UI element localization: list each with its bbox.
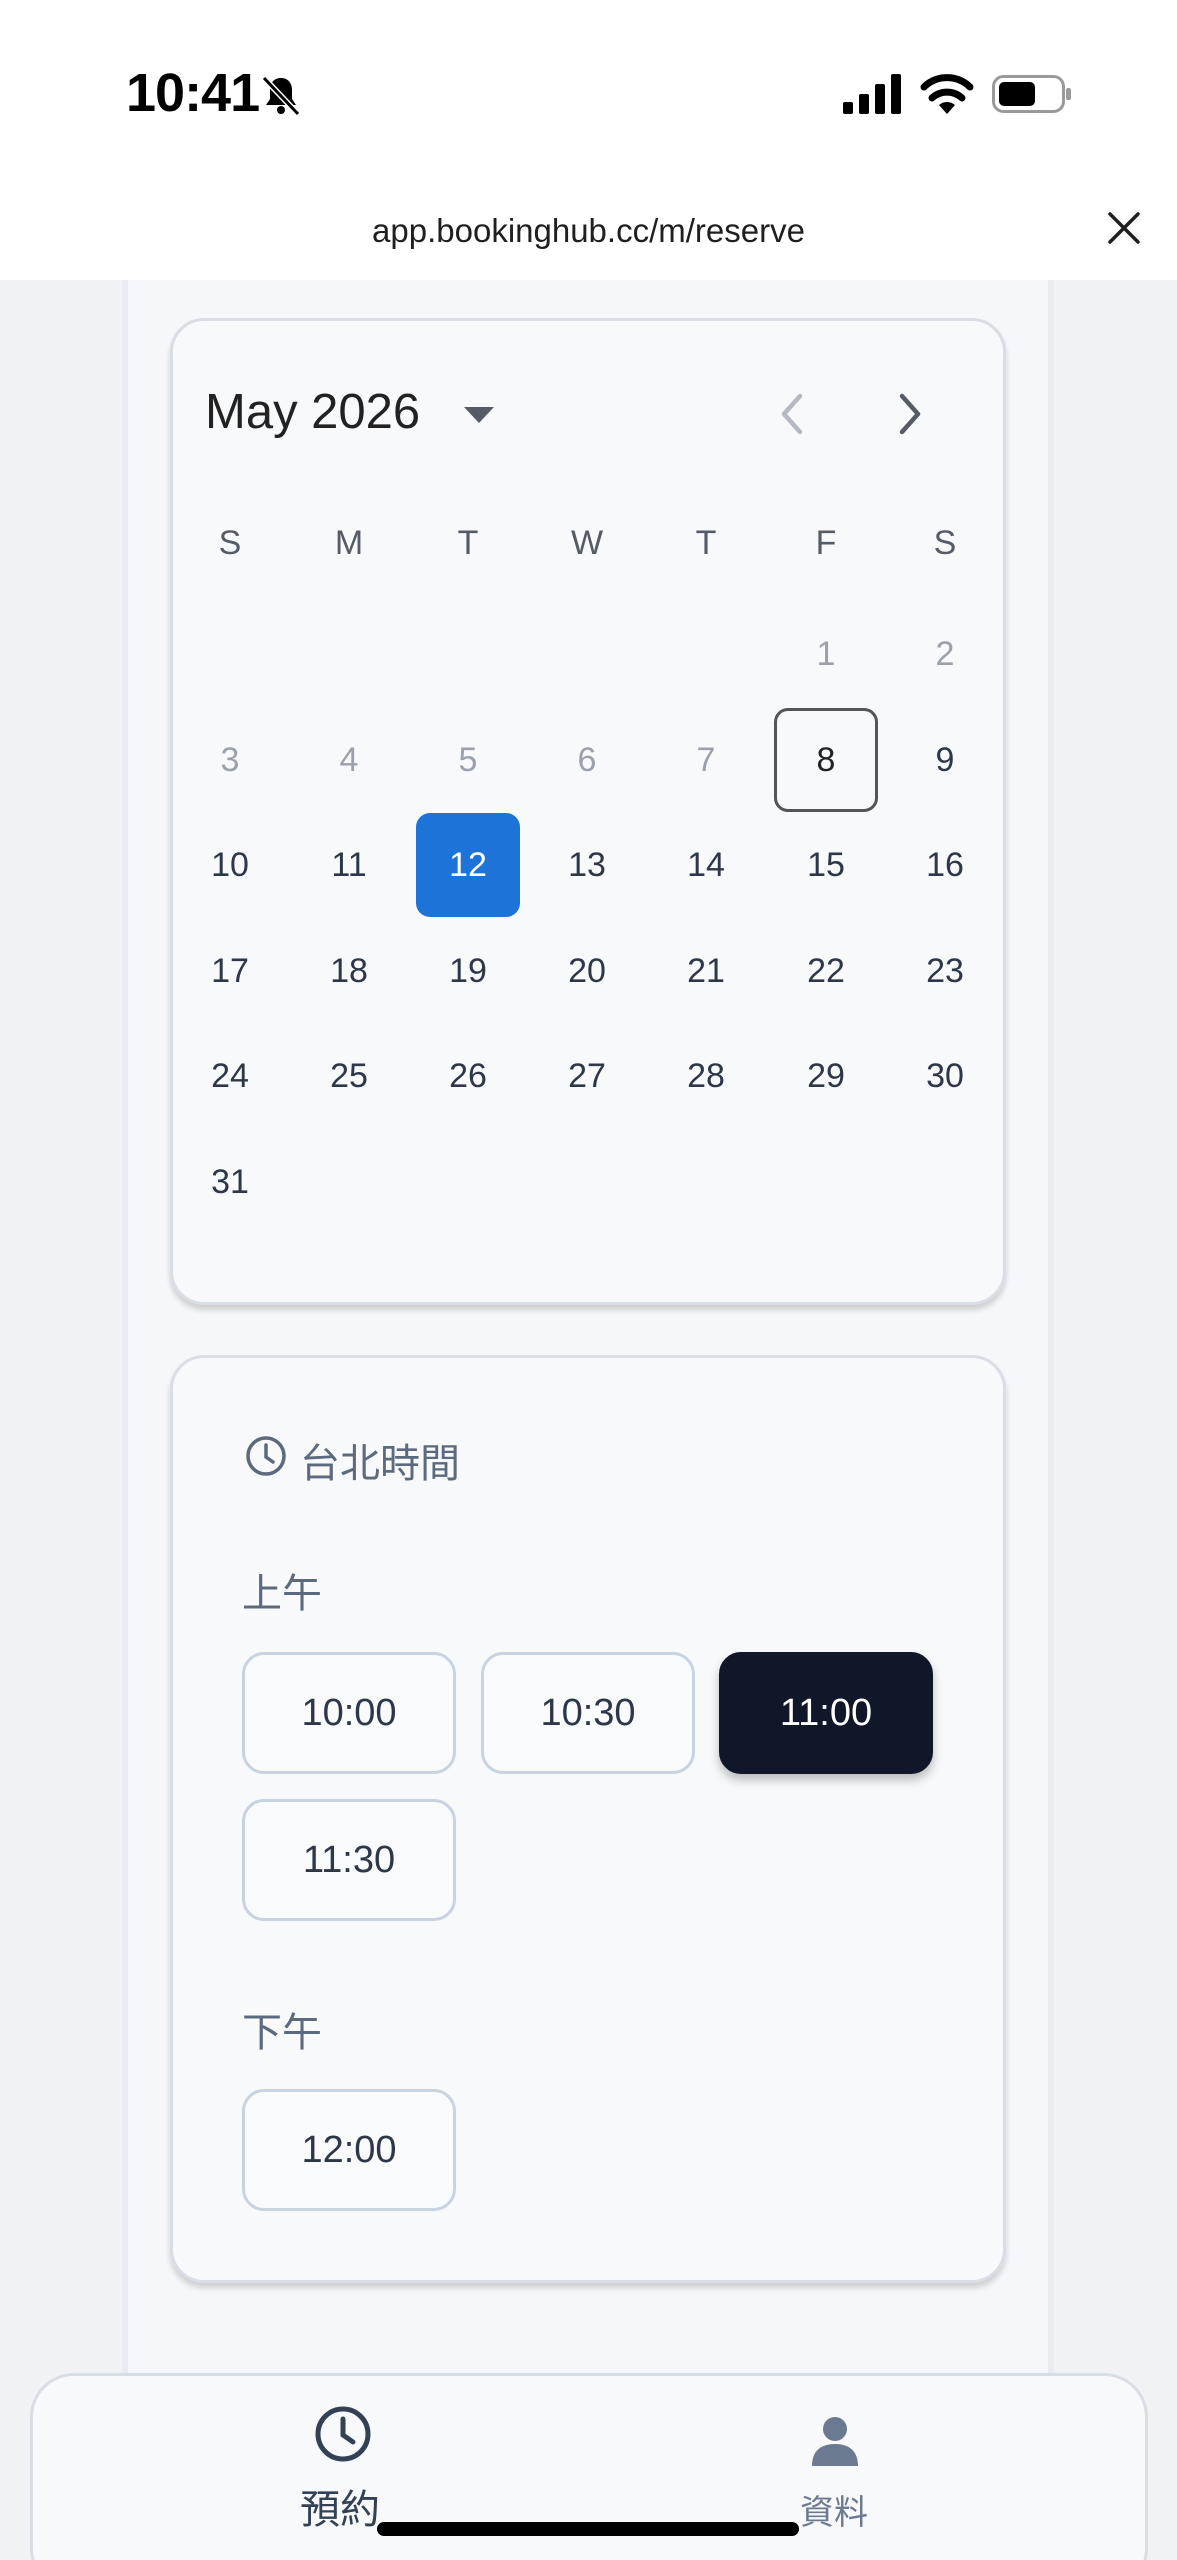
- silent-bell-icon: [261, 75, 301, 117]
- home-indicator: [377, 2522, 799, 2536]
- calendar-day[interactable]: 28: [654, 1024, 758, 1128]
- calendar-day[interactable]: 17: [178, 919, 282, 1023]
- time-slot-button[interactable]: 11:30: [242, 1799, 456, 1921]
- calendar-day: 3: [220, 740, 240, 779]
- calendar-day[interactable]: 18: [297, 919, 401, 1023]
- clock-icon: [246, 1436, 286, 1476]
- morning-label: 上午: [242, 1572, 322, 1616]
- weekday-header: S: [218, 524, 242, 562]
- calendar-day[interactable]: 8: [774, 708, 878, 812]
- chevron-left-icon[interactable]: [772, 390, 812, 438]
- weekday-header: T: [695, 524, 717, 562]
- calendar-day[interactable]: 16: [893, 813, 997, 917]
- caret-down-icon[interactable]: [462, 405, 496, 425]
- calendar-day: 7: [696, 740, 716, 779]
- url-text[interactable]: app.bookinghub.cc/m/reserve: [0, 212, 1177, 250]
- browser-url-bar: app.bookinghub.cc/m/reserve: [0, 180, 1177, 280]
- calendar-day[interactable]: 20: [535, 919, 639, 1023]
- calendar-day[interactable]: 15: [774, 813, 878, 917]
- calendar-day: 1: [816, 634, 836, 673]
- month-title[interactable]: May 2026: [205, 384, 420, 440]
- time-slot-button[interactable]: 10:30: [481, 1652, 695, 1774]
- weekday-header: M: [334, 524, 364, 562]
- battery-icon: [992, 75, 1071, 113]
- wifi-icon: [920, 74, 974, 114]
- calendar-day[interactable]: 12: [416, 813, 520, 917]
- calendar-day[interactable]: 9: [893, 708, 997, 812]
- calendar-day[interactable]: 25: [297, 1024, 401, 1128]
- time-slot-button[interactable]: 10:00: [242, 1652, 456, 1774]
- calendar-day[interactable]: 10: [178, 813, 282, 917]
- close-icon[interactable]: [1104, 208, 1144, 248]
- status-time: 10:41: [126, 63, 260, 123]
- nav-clock-icon[interactable]: [313, 2404, 373, 2464]
- calendar-day[interactable]: 13: [535, 813, 639, 917]
- time-slot-button[interactable]: 11:00: [719, 1652, 933, 1774]
- calendar-day: 6: [577, 740, 597, 779]
- timezone-label: 台北時間: [300, 1442, 460, 1486]
- calendar-day[interactable]: 11: [297, 813, 401, 917]
- weekday-header: W: [570, 524, 604, 562]
- weekday-header: F: [815, 524, 837, 562]
- weekday-header: T: [457, 524, 479, 562]
- nav-person-icon[interactable]: [808, 2414, 862, 2468]
- cellular-signal-icon: [843, 74, 901, 114]
- calendar-day[interactable]: 21: [654, 919, 758, 1023]
- weekday-header: S: [933, 524, 957, 562]
- calendar-day[interactable]: 29: [774, 1024, 878, 1128]
- calendar-day: 2: [935, 634, 955, 673]
- nav-item-reservation[interactable]: 預約: [300, 2477, 380, 2535]
- calendar-day[interactable]: 19: [416, 919, 520, 1023]
- calendar-day[interactable]: 22: [774, 919, 878, 1023]
- afternoon-label: 下午: [242, 2011, 322, 2055]
- time-slot-button[interactable]: 12:00: [242, 2089, 456, 2211]
- calendar-day: 5: [458, 740, 478, 779]
- chevron-right-icon[interactable]: [890, 390, 930, 438]
- calendar-day[interactable]: 31: [178, 1130, 282, 1234]
- page: 10:41 app.bookinghub.cc/m/reserve May 20…: [0, 0, 1177, 2560]
- calendar-day: 4: [339, 740, 359, 779]
- calendar-day[interactable]: 30: [893, 1024, 997, 1128]
- calendar-day[interactable]: 27: [535, 1024, 639, 1128]
- calendar-day[interactable]: 23: [893, 919, 997, 1023]
- nav-item-profile[interactable]: 資料: [800, 2485, 868, 2534]
- calendar-day[interactable]: 14: [654, 813, 758, 917]
- calendar-day[interactable]: 24: [178, 1024, 282, 1128]
- calendar-day[interactable]: 26: [416, 1024, 520, 1128]
- status-bar: 10:41: [0, 0, 1177, 180]
